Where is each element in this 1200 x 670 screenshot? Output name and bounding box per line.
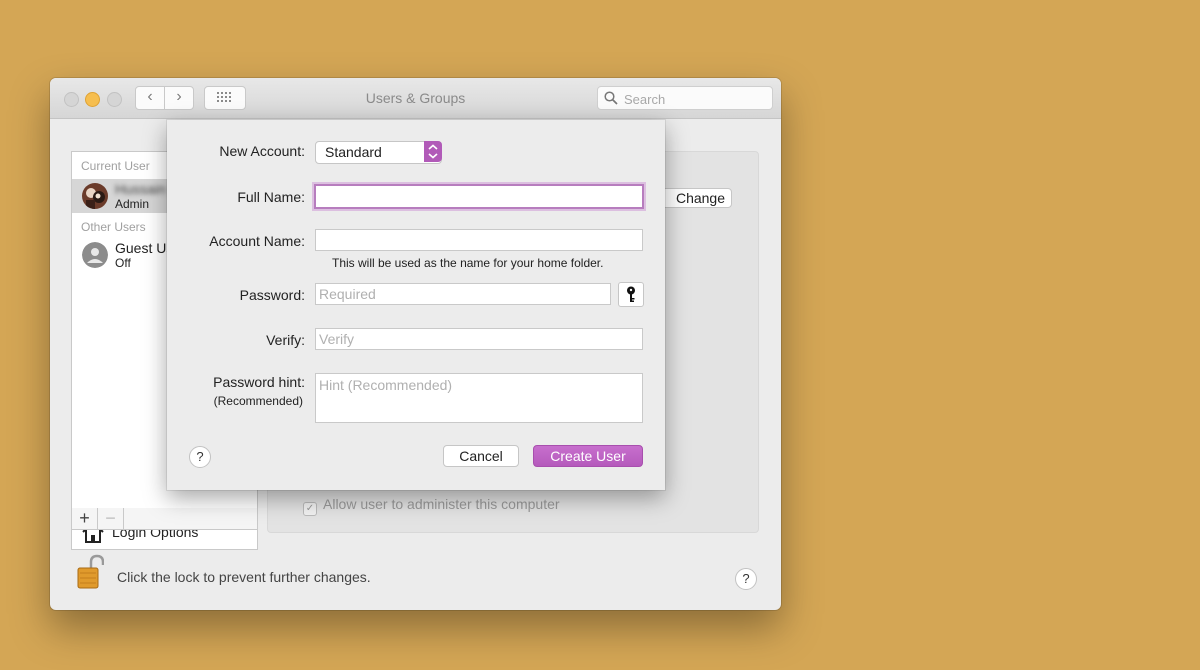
account-name-note: This will be used as the name for your h…	[332, 256, 604, 270]
popup-arrows-icon	[424, 141, 442, 162]
verify-field[interactable]	[315, 328, 643, 350]
new-account-label: New Account:	[219, 143, 305, 159]
key-icon	[627, 286, 635, 302]
add-user-button[interactable]: +	[72, 508, 98, 529]
checkbox-icon[interactable]: ✓	[303, 502, 317, 516]
current-user-role: Admin	[115, 197, 150, 211]
avatar	[82, 183, 108, 209]
full-name-field[interactable]	[314, 184, 644, 209]
password-hint-label: Password hint:	[213, 374, 305, 390]
search-input[interactable]	[622, 89, 766, 109]
password-hint-field[interactable]	[315, 373, 643, 423]
account-type-popup[interactable]: Standard	[315, 141, 442, 164]
title-bar: ‹ › Users & Groups	[50, 78, 781, 119]
cancel-button[interactable]: Cancel	[443, 445, 519, 467]
add-remove-bar: + −	[71, 508, 258, 530]
new-account-sheet: New Account: Standard Full Name: Account…	[167, 120, 665, 490]
guest-user-status: Off	[115, 256, 131, 270]
account-type-value: Standard	[325, 144, 382, 160]
search-field[interactable]	[597, 86, 773, 110]
guest-avatar-icon	[82, 242, 108, 268]
search-icon	[604, 91, 618, 105]
remove-user-button[interactable]: −	[98, 508, 124, 529]
password-assistant-button[interactable]	[618, 282, 644, 307]
account-name-label: Account Name:	[209, 233, 305, 249]
lock-status-text: Click the lock to prevent further change…	[117, 569, 371, 585]
password-field[interactable]	[315, 283, 611, 305]
admin-checkbox-label: Allow user to administer this computer	[323, 496, 560, 512]
password-label: Password:	[239, 287, 305, 303]
change-password-button[interactable]: Change Password...	[658, 188, 732, 208]
admin-checkbox[interactable]: ✓ Allow user to administer this computer	[303, 496, 560, 516]
full-name-label: Full Name:	[237, 189, 305, 205]
current-user-name: Hussain	[115, 181, 166, 197]
other-users-header: Other Users	[81, 220, 146, 234]
password-hint-sublabel: (Recommended)	[213, 394, 303, 408]
unlocked-padlock-icon[interactable]	[76, 554, 104, 590]
current-user-header: Current User	[81, 159, 150, 173]
verify-label: Verify:	[266, 332, 305, 348]
sheet-help-button[interactable]: ?	[189, 446, 211, 468]
account-name-field[interactable]	[315, 229, 643, 251]
help-button[interactable]: ?	[735, 568, 757, 590]
create-user-button[interactable]: Create User	[533, 445, 643, 467]
